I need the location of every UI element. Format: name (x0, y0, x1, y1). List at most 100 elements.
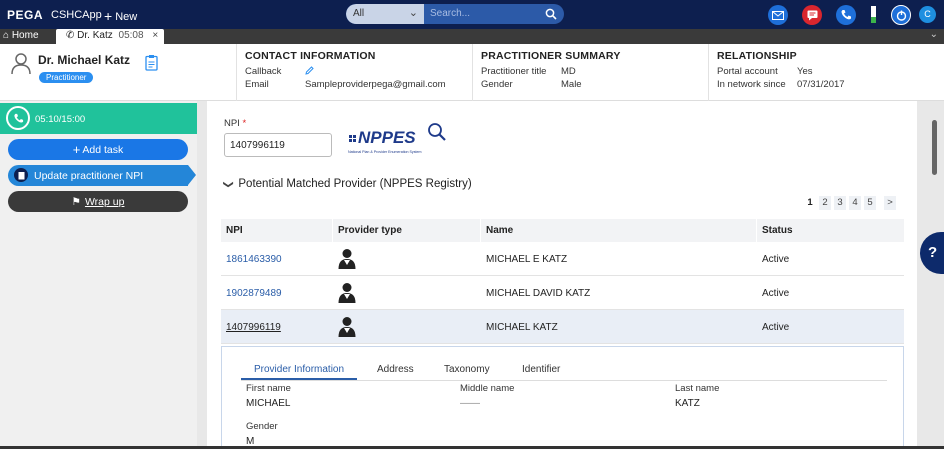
portal-account-label: Portal account (717, 66, 778, 77)
home-icon: ⌂ (3, 30, 10, 41)
first-name-label: First name (246, 383, 291, 394)
call-timer: 05:10/15:00 (35, 114, 86, 125)
practitioner-summary-section: PRACTITIONER SUMMARY Practitioner title M… (472, 44, 708, 101)
phone-icon[interactable] (836, 5, 856, 25)
flag-icon: ⚑ (71, 195, 81, 208)
nppes-logo[interactable]: NPPES National Plan & Provider Enumerati… (347, 122, 452, 165)
update-practitioner-npi-button[interactable]: Update practitioner NPI (8, 165, 196, 186)
table-row[interactable]: 1902879489 MICHAEL DAVID KATZ Active (221, 276, 904, 310)
summary-title: PRACTITIONER SUMMARY (481, 50, 621, 62)
npi-link[interactable]: 1407996119 (226, 322, 281, 333)
close-icon[interactable]: × (152, 30, 158, 41)
tab-dr-katz[interactable]: ✆ Dr. Katz 05:08 × (56, 29, 164, 44)
search-scope-value: All (353, 8, 365, 19)
page-5[interactable]: 5 (864, 196, 876, 210)
signal-indicator (871, 6, 876, 23)
tab-address[interactable]: Address (377, 364, 414, 375)
new-label: New (115, 11, 138, 23)
divider (197, 101, 207, 449)
edit-icon[interactable] (305, 66, 314, 78)
npi-link[interactable]: 1861463390 (226, 254, 282, 265)
section-title: Potential Matched Provider (NPPES Regist… (238, 178, 472, 190)
detail-tabs: Provider Information Address Taxonomy Id… (241, 364, 887, 381)
interaction-header: Dr. Michael Katz Practitioner CONTACT IN… (0, 44, 944, 101)
gender-label: Gender (481, 79, 513, 90)
col-npi[interactable]: NPI (226, 225, 243, 236)
call-icon[interactable] (6, 106, 30, 130)
tab-taxonomy[interactable]: Taxonomy (444, 364, 490, 375)
tab-provider-information[interactable]: Provider Information (241, 364, 358, 380)
page-2[interactable]: 2 (819, 196, 831, 210)
search-bar: All ⌄ Search... (346, 4, 564, 24)
add-task-label: Add task (82, 143, 124, 156)
potential-matched-provider-section[interactable]: ❯ Potential Matched Provider (NPPES Regis… (222, 178, 472, 190)
scrollbar[interactable] (932, 120, 937, 175)
search-scope-select[interactable]: All ⌄ (346, 4, 424, 24)
brand-logo[interactable]: PEGA (7, 8, 43, 22)
relationship-title: RELATIONSHIP (717, 50, 797, 62)
table-row-selected[interactable]: 1407996119 MICHAEL KATZ Active (221, 310, 904, 344)
npi-link[interactable]: 1902879489 (226, 288, 282, 299)
user-avatar[interactable]: C (919, 6, 936, 23)
col-status[interactable]: Status (762, 225, 793, 236)
middle-name-label: Middle name (460, 383, 515, 394)
update-npi-label: Update practitioner NPI (34, 169, 144, 182)
column-divider (756, 219, 757, 242)
last-name-label: Last name (675, 383, 720, 394)
practitioner-name: Dr. Michael Katz (38, 53, 131, 67)
plus-icon: + (72, 142, 81, 157)
email-icon[interactable] (768, 5, 788, 25)
next-page[interactable]: > (884, 196, 896, 210)
tab-identifier[interactable]: Identifier (522, 364, 560, 375)
new-button[interactable]: + New (104, 7, 138, 24)
first-name-value: MICHAEL (246, 398, 291, 409)
app-name: CSHCApp (51, 9, 102, 21)
call-status-bar: 05:10/15:00 (0, 103, 197, 134)
npi-label: NPI * (224, 118, 246, 129)
chat-icon[interactable] (802, 5, 822, 25)
plus-icon: + (104, 8, 113, 24)
pagination: 1 2 3 4 5 > (804, 196, 896, 210)
gender-value: Male (561, 79, 582, 90)
provider-name: MICHAEL E KATZ (486, 254, 568, 265)
portal-account-value: Yes (797, 66, 813, 77)
search-input[interactable]: Search... (430, 8, 470, 19)
relationship-section: RELATIONSHIP Portal account Yes In networ… (708, 44, 944, 101)
left-panel: 05:10/15:00 + Add task Update practitione… (0, 101, 197, 449)
provider-detail-panel: Provider Information Address Taxonomy Id… (221, 346, 904, 449)
column-divider (480, 219, 481, 242)
table-header: NPI Provider type Name Status (221, 219, 904, 242)
search-icon[interactable] (545, 7, 557, 24)
page-3[interactable]: 3 (834, 196, 846, 210)
provider-status: Active (762, 288, 790, 299)
email-label: Email (245, 79, 269, 90)
wrap-up-button[interactable]: ⚑ Wrap up (8, 191, 188, 212)
practitioner-title-label: Practitioner title (481, 66, 547, 77)
email-value: Sampleproviderpega@gmail.com (305, 79, 446, 90)
tab-home[interactable]: ⌂ Home (3, 30, 39, 41)
chevron-down-icon[interactable]: ⌄ (930, 29, 938, 40)
chevron-down-icon: ❯ (222, 180, 234, 189)
tab-bar: ⌂ Home ✆ Dr. Katz 05:08 × ⌄ (0, 29, 944, 44)
step-arrow (188, 165, 196, 185)
npi-input[interactable]: 1407996119 (224, 133, 332, 157)
middle-name-value: —— (460, 398, 480, 409)
table-row[interactable]: 1861463390 MICHAEL E KATZ Active (221, 242, 904, 276)
page-1[interactable]: 1 (804, 196, 816, 210)
page-4[interactable]: 4 (849, 196, 861, 210)
tab-home-label: Home (11, 30, 39, 41)
chevron-down-icon: ⌄ (408, 7, 418, 19)
contact-title: CONTACT INFORMATION (245, 50, 376, 62)
person-icon (11, 53, 31, 80)
col-name[interactable]: Name (486, 225, 513, 236)
add-task-button[interactable]: + Add task (8, 139, 188, 160)
practitioner-title-value: MD (561, 66, 576, 77)
main-content: NPI * 1407996119 NPPES National Plan & P… (207, 101, 917, 449)
phone-tab-icon: ✆ (66, 30, 75, 41)
doctor-icon (338, 316, 356, 340)
top-bar: PEGA CSHCApp + New All ⌄ Search... C (0, 0, 944, 29)
col-provider-type[interactable]: Provider type (338, 225, 402, 236)
clipboard-icon[interactable] (145, 54, 158, 76)
presence-icon[interactable] (891, 5, 911, 25)
nppes-logo-subtitle: National Plan & Provider Enumeration Sys… (348, 150, 422, 154)
